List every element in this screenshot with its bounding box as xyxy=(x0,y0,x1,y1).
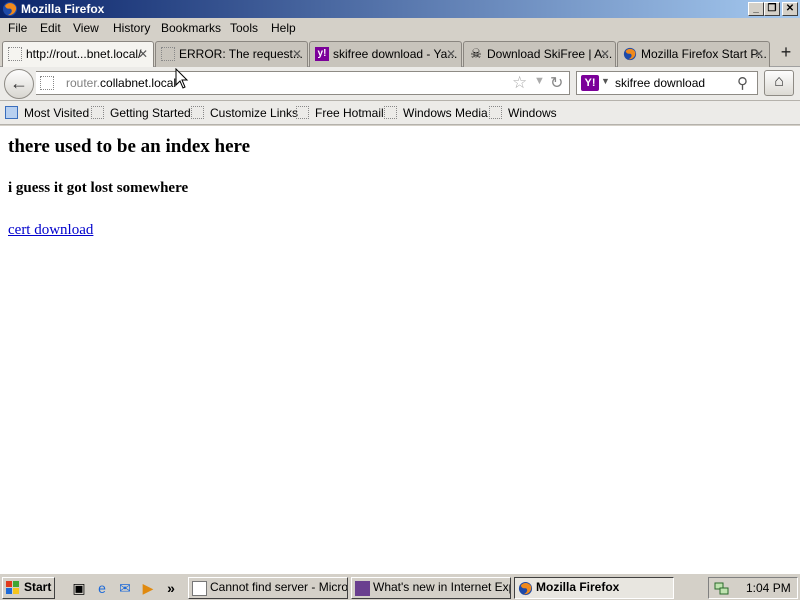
menu-bar: File Edit View History Bookmarks Tools H… xyxy=(0,18,800,39)
menu-history[interactable]: History xyxy=(113,21,150,35)
internet-explorer-icon[interactable]: e xyxy=(93,579,111,597)
bookmark-getting-started[interactable]: Getting Started xyxy=(91,106,191,120)
search-input[interactable]: skifree download xyxy=(615,76,705,90)
taskbar-button-ie-error[interactable]: Cannot find server - Micros... xyxy=(188,577,348,599)
mouse-cursor-icon xyxy=(175,68,189,89)
cert-download-link[interactable]: cert download xyxy=(8,222,93,239)
page-subheading: i guess it got lost somewhere xyxy=(8,180,189,196)
menu-edit[interactable]: Edit xyxy=(40,21,61,35)
restore-button[interactable]: ❐ xyxy=(764,2,780,16)
search-bar[interactable]: Y! ▼ skifree download ⚲ xyxy=(576,71,758,95)
tab-firefox-start[interactable]: Mozilla Firefox Start P... ✕ xyxy=(617,41,770,67)
quicklaunch-overflow-icon[interactable]: » xyxy=(162,579,180,597)
taskbar-button-firefox[interactable]: Mozilla Firefox xyxy=(514,577,674,599)
search-engine-dropdown-icon[interactable]: ▼ xyxy=(601,76,610,86)
page-heading: there used to be an index here xyxy=(8,136,251,157)
reload-icon[interactable]: ↻ xyxy=(550,73,563,93)
bookmark-most-visited[interactable]: Most Visited xyxy=(5,106,89,120)
bookmark-star-icon[interactable]: ☆ xyxy=(512,73,527,93)
taskbar: Start ▣ e ✉ ▶ » Cannot find server - Mic… xyxy=(0,573,800,600)
history-dropdown-icon[interactable]: ▼ xyxy=(534,75,545,87)
network-connection-icon[interactable] xyxy=(714,580,730,596)
bookmark-page-icon xyxy=(296,106,309,119)
media-player-icon[interactable]: ▶ xyxy=(139,579,157,597)
show-desktop-icon[interactable]: ▣ xyxy=(70,579,88,597)
menu-bookmarks[interactable]: Bookmarks xyxy=(161,21,221,35)
navigation-bar: ← router.collabnet.local ☆ ▼ ↻ Y! ▼ skif… xyxy=(0,67,800,101)
outlook-express-icon[interactable]: ✉ xyxy=(116,579,134,597)
url-bar[interactable]: router.collabnet.local ☆ ▼ ↻ xyxy=(36,71,570,95)
system-tray: 1:04 PM xyxy=(708,577,798,599)
home-icon: ⌂ xyxy=(774,73,784,90)
taskbar-button-ie-whatsnew[interactable]: What's new in Internet Exp... xyxy=(351,577,511,599)
title-bar: Mozilla Firefox _ ❐ ✕ xyxy=(0,0,800,18)
tab-label: Download SkiFree | A... xyxy=(487,47,613,61)
bookmark-windows-media[interactable]: Windows Media xyxy=(384,106,488,120)
internet-explorer-page-icon xyxy=(192,581,207,596)
bookmark-customize-links[interactable]: Customize Links xyxy=(191,106,298,120)
menu-view[interactable]: View xyxy=(73,21,99,35)
windows-logo-icon xyxy=(6,581,19,594)
bookmark-page-icon xyxy=(384,106,397,119)
bookmarks-toolbar: Most Visited Getting Started Customize L… xyxy=(0,101,800,125)
yahoo-search-engine-icon[interactable]: Y! xyxy=(581,75,599,91)
tab-yahoo-search[interactable]: y! skifree download - Ya... ✕ xyxy=(309,41,462,67)
tab-label: skifree download - Ya... xyxy=(333,47,458,61)
tab-skifree[interactable]: ☠ Download SkiFree | A... ✕ xyxy=(463,41,616,67)
tab-label: ERROR: The request... xyxy=(179,47,303,61)
tab-label: Mozilla Firefox Start P... xyxy=(641,47,767,61)
page-content: there used to be an index here i guess i… xyxy=(0,126,800,573)
start-button[interactable]: Start xyxy=(2,577,55,599)
close-icon[interactable]: ✕ xyxy=(600,42,610,66)
tab-router[interactable]: http://rout...bnet.local/ ✕ xyxy=(2,41,154,68)
help-book-icon xyxy=(355,581,370,596)
firefox-icon xyxy=(623,47,637,61)
blank-page-icon xyxy=(161,47,175,61)
bookmark-page-icon xyxy=(489,106,502,119)
firefox-icon xyxy=(3,2,17,16)
minimize-button[interactable]: _ xyxy=(748,2,764,16)
skull-icon: ☠ xyxy=(470,46,482,61)
back-arrow-icon: ← xyxy=(10,73,28,93)
menu-tools[interactable]: Tools xyxy=(230,21,258,35)
close-window-button[interactable]: ✕ xyxy=(782,2,798,16)
bookmark-page-icon xyxy=(91,106,104,119)
tab-strip: http://rout...bnet.local/ ✕ ERROR: The r… xyxy=(0,39,800,68)
yahoo-icon: y! xyxy=(315,47,329,61)
close-icon[interactable]: ✕ xyxy=(446,42,456,66)
bookmark-free-hotmail[interactable]: Free Hotmail xyxy=(296,106,384,120)
close-icon[interactable]: ✕ xyxy=(754,42,764,66)
close-icon[interactable]: ✕ xyxy=(138,42,148,66)
tab-error[interactable]: ERROR: The request... ✕ xyxy=(155,41,308,67)
most-visited-icon xyxy=(5,106,18,119)
blank-page-icon xyxy=(8,47,22,61)
url-text: router.collabnet.local xyxy=(66,76,177,90)
menu-file[interactable]: File xyxy=(8,21,27,35)
menu-help[interactable]: Help xyxy=(271,21,296,35)
tab-label: http://rout...bnet.local/ xyxy=(26,47,142,61)
home-button[interactable]: ⌂ xyxy=(764,70,794,96)
clock[interactable]: 1:04 PM xyxy=(746,581,791,595)
back-button[interactable]: ← xyxy=(4,69,34,99)
window-title: Mozilla Firefox xyxy=(21,2,105,16)
search-icon[interactable]: ⚲ xyxy=(737,74,748,92)
site-identity-icon[interactable] xyxy=(40,76,54,90)
close-icon[interactable]: ✕ xyxy=(292,42,302,66)
new-tab-button[interactable]: + xyxy=(775,43,797,63)
bookmark-windows[interactable]: Windows xyxy=(489,106,557,120)
bookmark-page-icon xyxy=(191,106,204,119)
firefox-icon xyxy=(518,581,533,596)
